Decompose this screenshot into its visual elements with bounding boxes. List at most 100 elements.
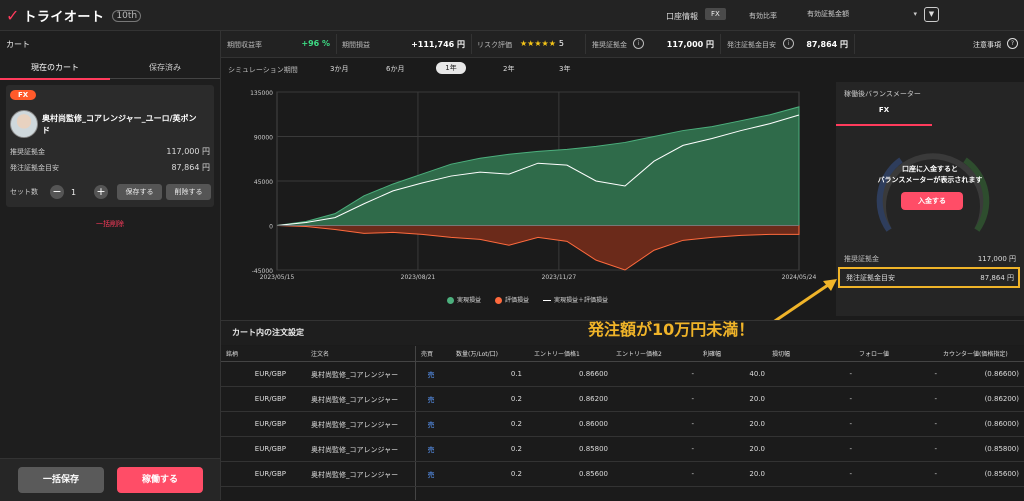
help-icon[interactable]: ?	[1007, 38, 1018, 49]
divider	[720, 34, 721, 54]
cell-side: 売	[427, 371, 435, 379]
deposit-button[interactable]: 入金する	[901, 192, 963, 210]
meter-recommended-row: 推奨証拠金 117,000 円	[844, 254, 1016, 264]
cell-order-name: 奥村尚監修_コアレンジャー	[311, 371, 399, 379]
meter-recommended-label: 推奨証拠金	[844, 255, 879, 263]
avatar	[10, 110, 38, 138]
run-button[interactable]: 稼働する	[117, 467, 203, 493]
cell-take-profit: 40.0	[749, 370, 765, 378]
set-count-value[interactable]: 1	[71, 188, 76, 197]
recommended-margin-label: 推奨証拠金	[10, 148, 45, 156]
order-settings-title: カート内の注文設定	[232, 328, 304, 337]
recommended-margin-value: 117,000 円	[166, 147, 210, 156]
account-fx-badge[interactable]: FX	[705, 8, 726, 20]
col-stop-loss[interactable]: 損切幅	[772, 349, 790, 358]
col-qty[interactable]: 数量(万/Lot/口)	[456, 349, 498, 358]
period-return-value: +96 %	[301, 39, 330, 48]
profit-chart: 13500090000450000-450002023/05/15 2023/08…	[250, 90, 816, 281]
legend-realized-label: 実現損益	[456, 297, 481, 304]
delete-button[interactable]: 削除する	[166, 184, 211, 200]
legend-total-label: 実現損益＋評価損益	[554, 297, 609, 304]
strategy-name: 奥村尚監修_コアレンジャー_ユーロ/英ポンド	[42, 114, 197, 135]
meter-message-line1: 口座に入金すると	[902, 165, 958, 173]
period-6m[interactable]: 6か月	[386, 64, 404, 74]
period-profit-value: +111,746 円	[411, 40, 465, 49]
legend-total: 実現損益＋評価損益	[543, 295, 608, 304]
cell-order-name: 奥村尚監修_コアレンジャー	[311, 396, 399, 404]
period-return-label: 期間収益率	[227, 41, 262, 49]
cell-entry1: 0.86200	[579, 395, 608, 403]
period-3m[interactable]: 3か月	[330, 64, 348, 74]
col-follow[interactable]: フォロー値	[859, 349, 889, 358]
meter-order-row: 発注証拠金目安 87,864 円	[846, 273, 1014, 283]
cell-side: 売	[427, 471, 435, 479]
legend-unrealized-label: 評価損益	[504, 297, 529, 304]
cell-pair: EUR/GBP	[254, 395, 286, 403]
cell-counter: (0.86200)	[984, 395, 1019, 403]
period-1y[interactable]: 1年	[436, 62, 466, 74]
risk-rating-label: リスク評価	[477, 41, 512, 49]
cell-stop-loss: -	[849, 445, 852, 453]
col-counter[interactable]: カウンター値(価格指定)	[943, 349, 1008, 358]
cell-entry1: 0.85600	[579, 470, 608, 478]
chevron-down-icon[interactable]: ▼	[924, 7, 939, 22]
cell-entry2: -	[691, 370, 694, 378]
recommended-margin-stat-label: 推奨証拠金	[592, 41, 627, 49]
cell-counter: (0.85800)	[984, 445, 1019, 453]
legend-realized: 実現損益	[446, 295, 481, 304]
cell-counter: (0.86000)	[984, 420, 1019, 428]
balance-meter-tab-fx[interactable]: FX	[836, 106, 932, 126]
cell-entry1: 0.85800	[579, 445, 608, 453]
risk-rating: ★★★★★ 5	[520, 39, 564, 48]
cell-entry2: -	[691, 445, 694, 453]
cell-entry1: 0.86600	[579, 370, 608, 378]
minus-button[interactable]: −	[50, 185, 64, 199]
save-button[interactable]: 保存する	[117, 184, 162, 200]
period-3y[interactable]: 3年	[559, 64, 570, 74]
y-tick-label: 0	[269, 224, 273, 231]
cell-stop-loss: -	[849, 420, 852, 428]
col-pair[interactable]: 銘柄	[226, 349, 238, 358]
period-profit-label: 期間損益	[342, 41, 370, 49]
tab-current-cart[interactable]: 現在のカート	[0, 58, 110, 80]
divider	[854, 34, 855, 54]
col-entry2[interactable]: エントリー価格2	[616, 349, 662, 358]
cell-qty: 0.2	[510, 445, 522, 453]
cell-pair: EUR/GBP	[254, 445, 286, 453]
effective-ratio-label: 有効比率	[749, 12, 777, 20]
order-margin-value: 87,864 円	[171, 163, 210, 172]
cell-follow: -	[934, 445, 937, 453]
notice-link[interactable]: 注意事項	[973, 40, 1001, 50]
plus-button[interactable]: +	[94, 185, 108, 199]
simulation-period-label: シミュレーション期間	[228, 66, 298, 74]
info-icon[interactable]: i	[783, 38, 794, 49]
info-icon[interactable]: i	[633, 38, 644, 49]
legend-line-white	[543, 300, 551, 301]
bulk-delete-link[interactable]: 一括削除	[0, 219, 220, 229]
effective-margin-select[interactable]: 有効証拠金額 ▾	[807, 7, 917, 21]
order-margin-stat-label: 発注証拠金目安	[727, 41, 776, 49]
meter-order-label: 発注証拠金目安	[846, 274, 895, 282]
cell-entry2: -	[691, 395, 694, 403]
x-tick-label: 2023/11/27	[542, 274, 577, 281]
set-count-label: セット数	[10, 188, 38, 196]
dropdown-arrow-icon: ▾	[913, 10, 917, 18]
legend-unrealized: 評価損益	[494, 295, 529, 304]
cell-side: 売	[427, 446, 435, 454]
period-2y[interactable]: 2年	[503, 64, 514, 74]
logo[interactable]: ✓ トライオート 10th	[6, 6, 142, 25]
col-side[interactable]: 売買	[421, 349, 433, 358]
cell-pair: EUR/GBP	[254, 420, 286, 428]
recommended-margin-stat-value: 117,000 円	[666, 40, 714, 49]
cell-order-name: 奥村尚監修_コアレンジャー	[311, 471, 399, 479]
col-entry1[interactable]: エントリー価格1	[534, 349, 580, 358]
col-order-name[interactable]: 注文名	[311, 349, 329, 358]
order-margin-label: 発注証拠金目安	[10, 164, 59, 172]
tab-saved[interactable]: 保存済み	[110, 58, 220, 79]
col-take-profit[interactable]: 利確幅	[703, 349, 721, 358]
save-all-button[interactable]: 一括保存	[18, 467, 104, 493]
divider	[336, 34, 337, 54]
cell-side: 売	[427, 421, 435, 429]
y-tick-label: 45000	[254, 179, 273, 186]
balance-meter-message: 口座に入金すると バランスメーターが表示されます	[850, 164, 1010, 186]
